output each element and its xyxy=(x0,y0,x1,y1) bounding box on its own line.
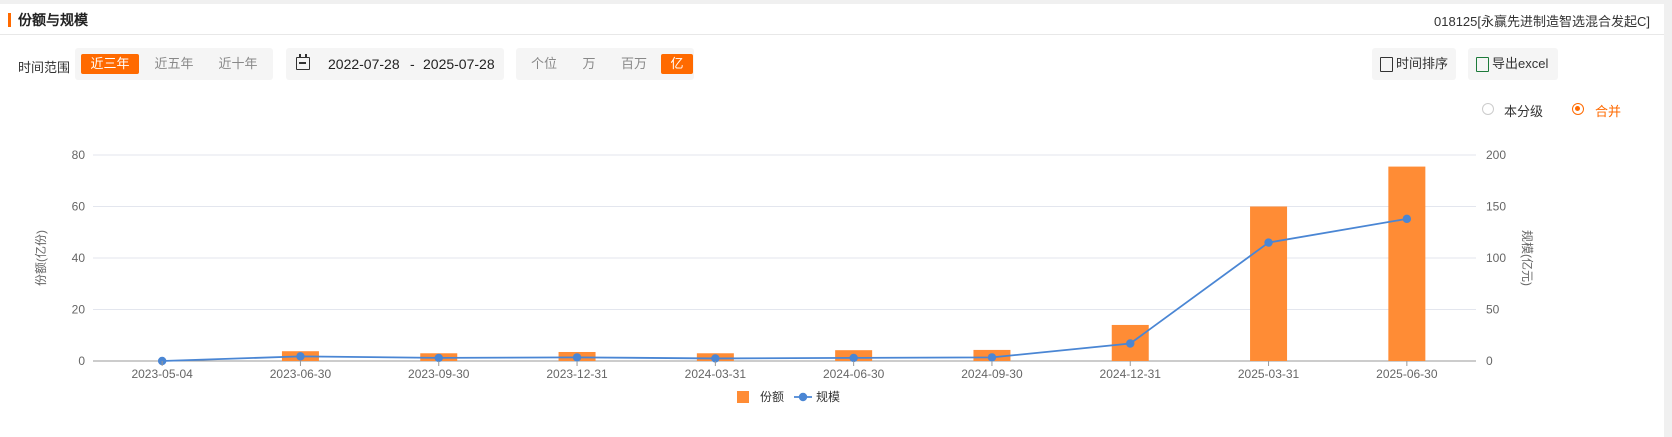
scale-point[interactable] xyxy=(1264,238,1273,247)
legend-scale-marker xyxy=(798,392,808,402)
y2-tick-label: 0 xyxy=(1486,354,1493,368)
legend-share-swatch[interactable] xyxy=(737,391,749,403)
scale-point[interactable] xyxy=(434,353,443,363)
y2-tick-label: 100 xyxy=(1486,251,1506,265)
share-bar[interactable] xyxy=(1388,166,1426,361)
x-tick-label: 2024-12-31 xyxy=(1100,367,1162,381)
x-tick-label: 2023-09-30 xyxy=(408,367,470,381)
y-tick-label: 0 xyxy=(78,354,85,368)
y-tick-label: 80 xyxy=(72,148,86,162)
scale-point[interactable] xyxy=(572,353,582,362)
y-tick-label: 20 xyxy=(72,303,86,317)
shares-scale-chart: 0 20 40 60 80 0 50 100 150 200 2023-05-04 2023-06-3… xyxy=(33,148,1535,404)
scale-point[interactable] xyxy=(1126,339,1135,348)
legend-share-label[interactable]: 份额 xyxy=(760,390,784,404)
y2-axis-label: 规模(亿元) xyxy=(1520,230,1535,286)
x-tick-label: 2024-06-30 xyxy=(823,367,885,381)
legend-scale-label[interactable]: 规模 xyxy=(816,389,840,404)
share-bar[interactable] xyxy=(1250,206,1288,362)
x-tick-label: 2024-03-31 xyxy=(685,367,747,381)
x-tick-label: 2024-09-30 xyxy=(961,367,1023,381)
y-tick-label: 60 xyxy=(72,200,86,214)
y2-tick-label: 50 xyxy=(1486,303,1500,317)
y-tick-label: 40 xyxy=(72,251,86,265)
scale-point[interactable] xyxy=(296,352,305,361)
scale-point[interactable] xyxy=(1402,214,1412,224)
y2-tick-label: 200 xyxy=(1486,148,1506,162)
scale-point[interactable] xyxy=(987,353,997,362)
x-tick-label: 2023-12-31 xyxy=(546,367,608,381)
scale-point[interactable] xyxy=(849,353,858,363)
y-axis-label: 份额(亿份) xyxy=(33,230,48,286)
scale-line xyxy=(162,217,1408,362)
x-tick-label: 2025-03-31 xyxy=(1238,367,1300,381)
y2-tick-label: 150 xyxy=(1486,200,1506,214)
x-tick-label: 2025-06-30 xyxy=(1376,367,1438,381)
x-tick-label: 2023-06-30 xyxy=(270,367,332,381)
x-tick-label: 2023-05-04 xyxy=(131,367,193,381)
